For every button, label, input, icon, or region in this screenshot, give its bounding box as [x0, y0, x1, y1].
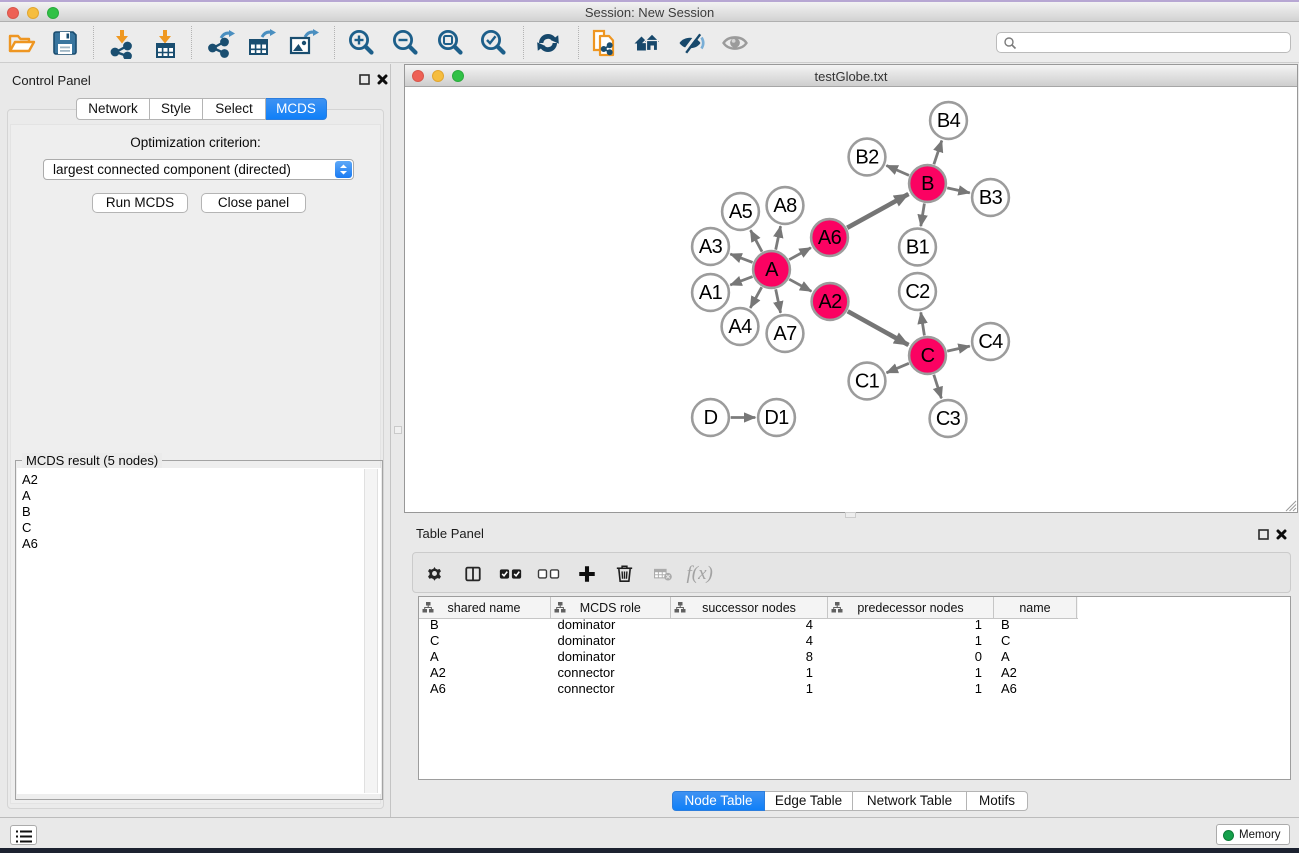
svg-text:A5: A5	[728, 201, 752, 223]
svg-text:C2: C2	[905, 281, 930, 303]
svg-text:C4: C4	[978, 331, 1003, 353]
svg-text:A6: A6	[817, 227, 841, 249]
svg-text:A8: A8	[773, 195, 797, 217]
svg-text:B: B	[921, 173, 934, 195]
svg-text:B4: B4	[936, 110, 960, 132]
svg-text:B2: B2	[855, 147, 879, 169]
svg-text:A1: A1	[698, 282, 722, 304]
svg-text:A4: A4	[728, 316, 752, 338]
svg-text:C: C	[920, 345, 934, 367]
svg-text:D1: D1	[764, 407, 789, 429]
svg-text:D: D	[703, 407, 717, 429]
svg-text:B3: B3	[978, 187, 1002, 209]
svg-text:C3: C3	[935, 408, 960, 430]
svg-text:A: A	[765, 259, 779, 281]
svg-text:B1: B1	[905, 237, 929, 259]
svg-text:A3: A3	[698, 236, 722, 258]
svg-text:C1: C1	[854, 371, 879, 393]
svg-text:A2: A2	[818, 291, 842, 313]
svg-text:A7: A7	[773, 323, 797, 345]
